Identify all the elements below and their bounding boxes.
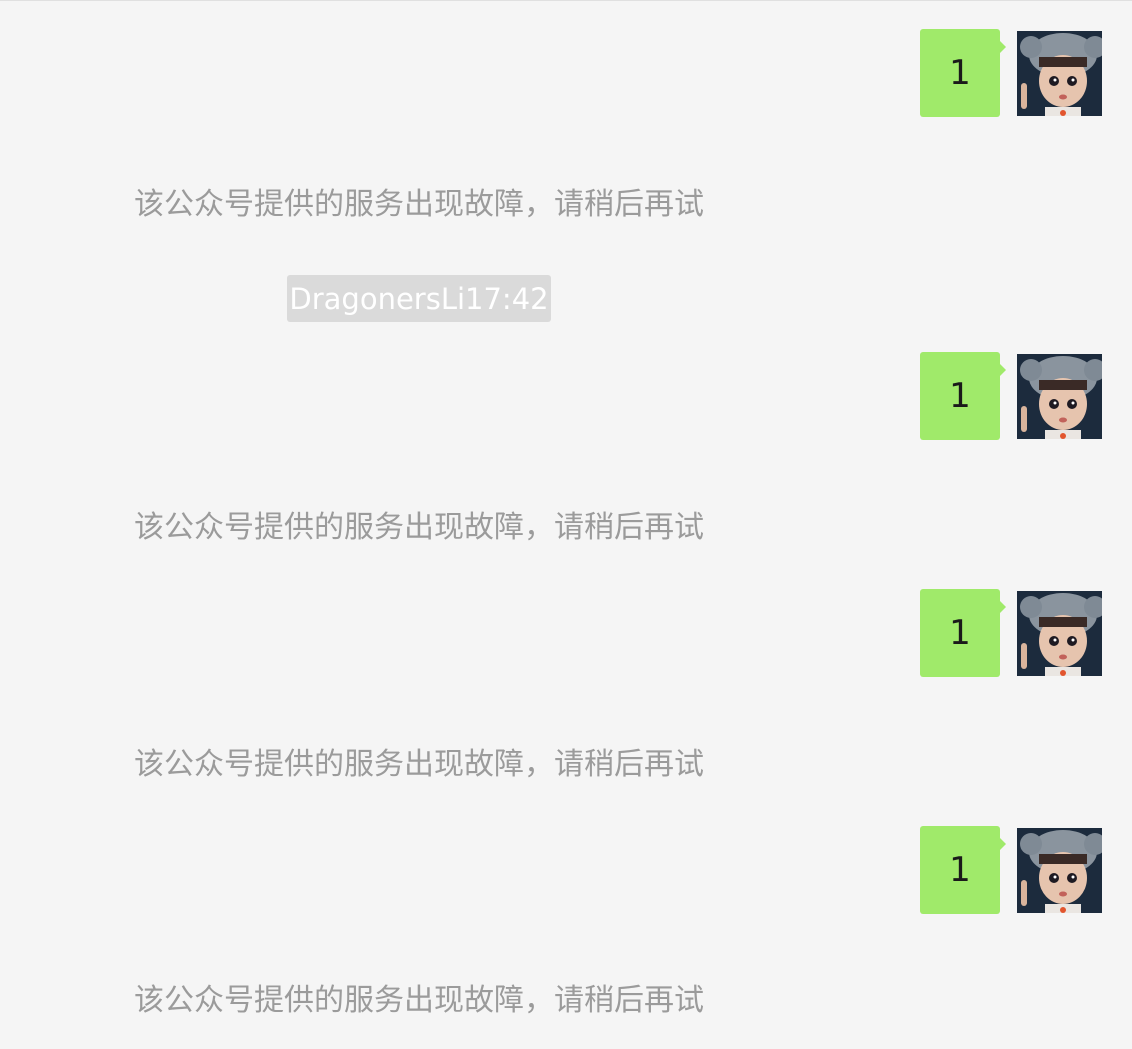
system-notice: 该公众号提供的服务出现故障，请稍后再试 — [134, 747, 704, 782]
doll-avatar-icon[interactable] — [1017, 828, 1102, 913]
sent-bubble[interactable]: 1 — [920, 29, 1006, 117]
doll-avatar-icon[interactable] — [1017, 354, 1102, 439]
doll-avatar-icon[interactable] — [1017, 31, 1102, 116]
sent-bubble[interactable]: 1 — [920, 589, 1006, 677]
chat-message-list[interactable]: 1 该公众号提供的服务出现故障，请稍后再试 DragonersLi17:42 1… — [0, 0, 1132, 1049]
sent-message: 1 — [0, 589, 1132, 679]
system-notice: 该公众号提供的服务出现故障，请稍后再试 — [134, 510, 704, 545]
doll-avatar-icon[interactable] — [1017, 591, 1102, 676]
sent-message: 1 — [0, 352, 1132, 442]
sent-message: 1 — [0, 29, 1132, 119]
time-stamp: DragonersLi17:42 — [287, 275, 551, 322]
sent-bubble[interactable]: 1 — [920, 352, 1006, 440]
system-notice: 该公众号提供的服务出现故障，请稍后再试 — [134, 187, 704, 222]
sent-message: 1 — [0, 826, 1132, 916]
sent-bubble[interactable]: 1 — [920, 826, 1006, 914]
system-notice: 该公众号提供的服务出现故障，请稍后再试 — [134, 983, 704, 1018]
